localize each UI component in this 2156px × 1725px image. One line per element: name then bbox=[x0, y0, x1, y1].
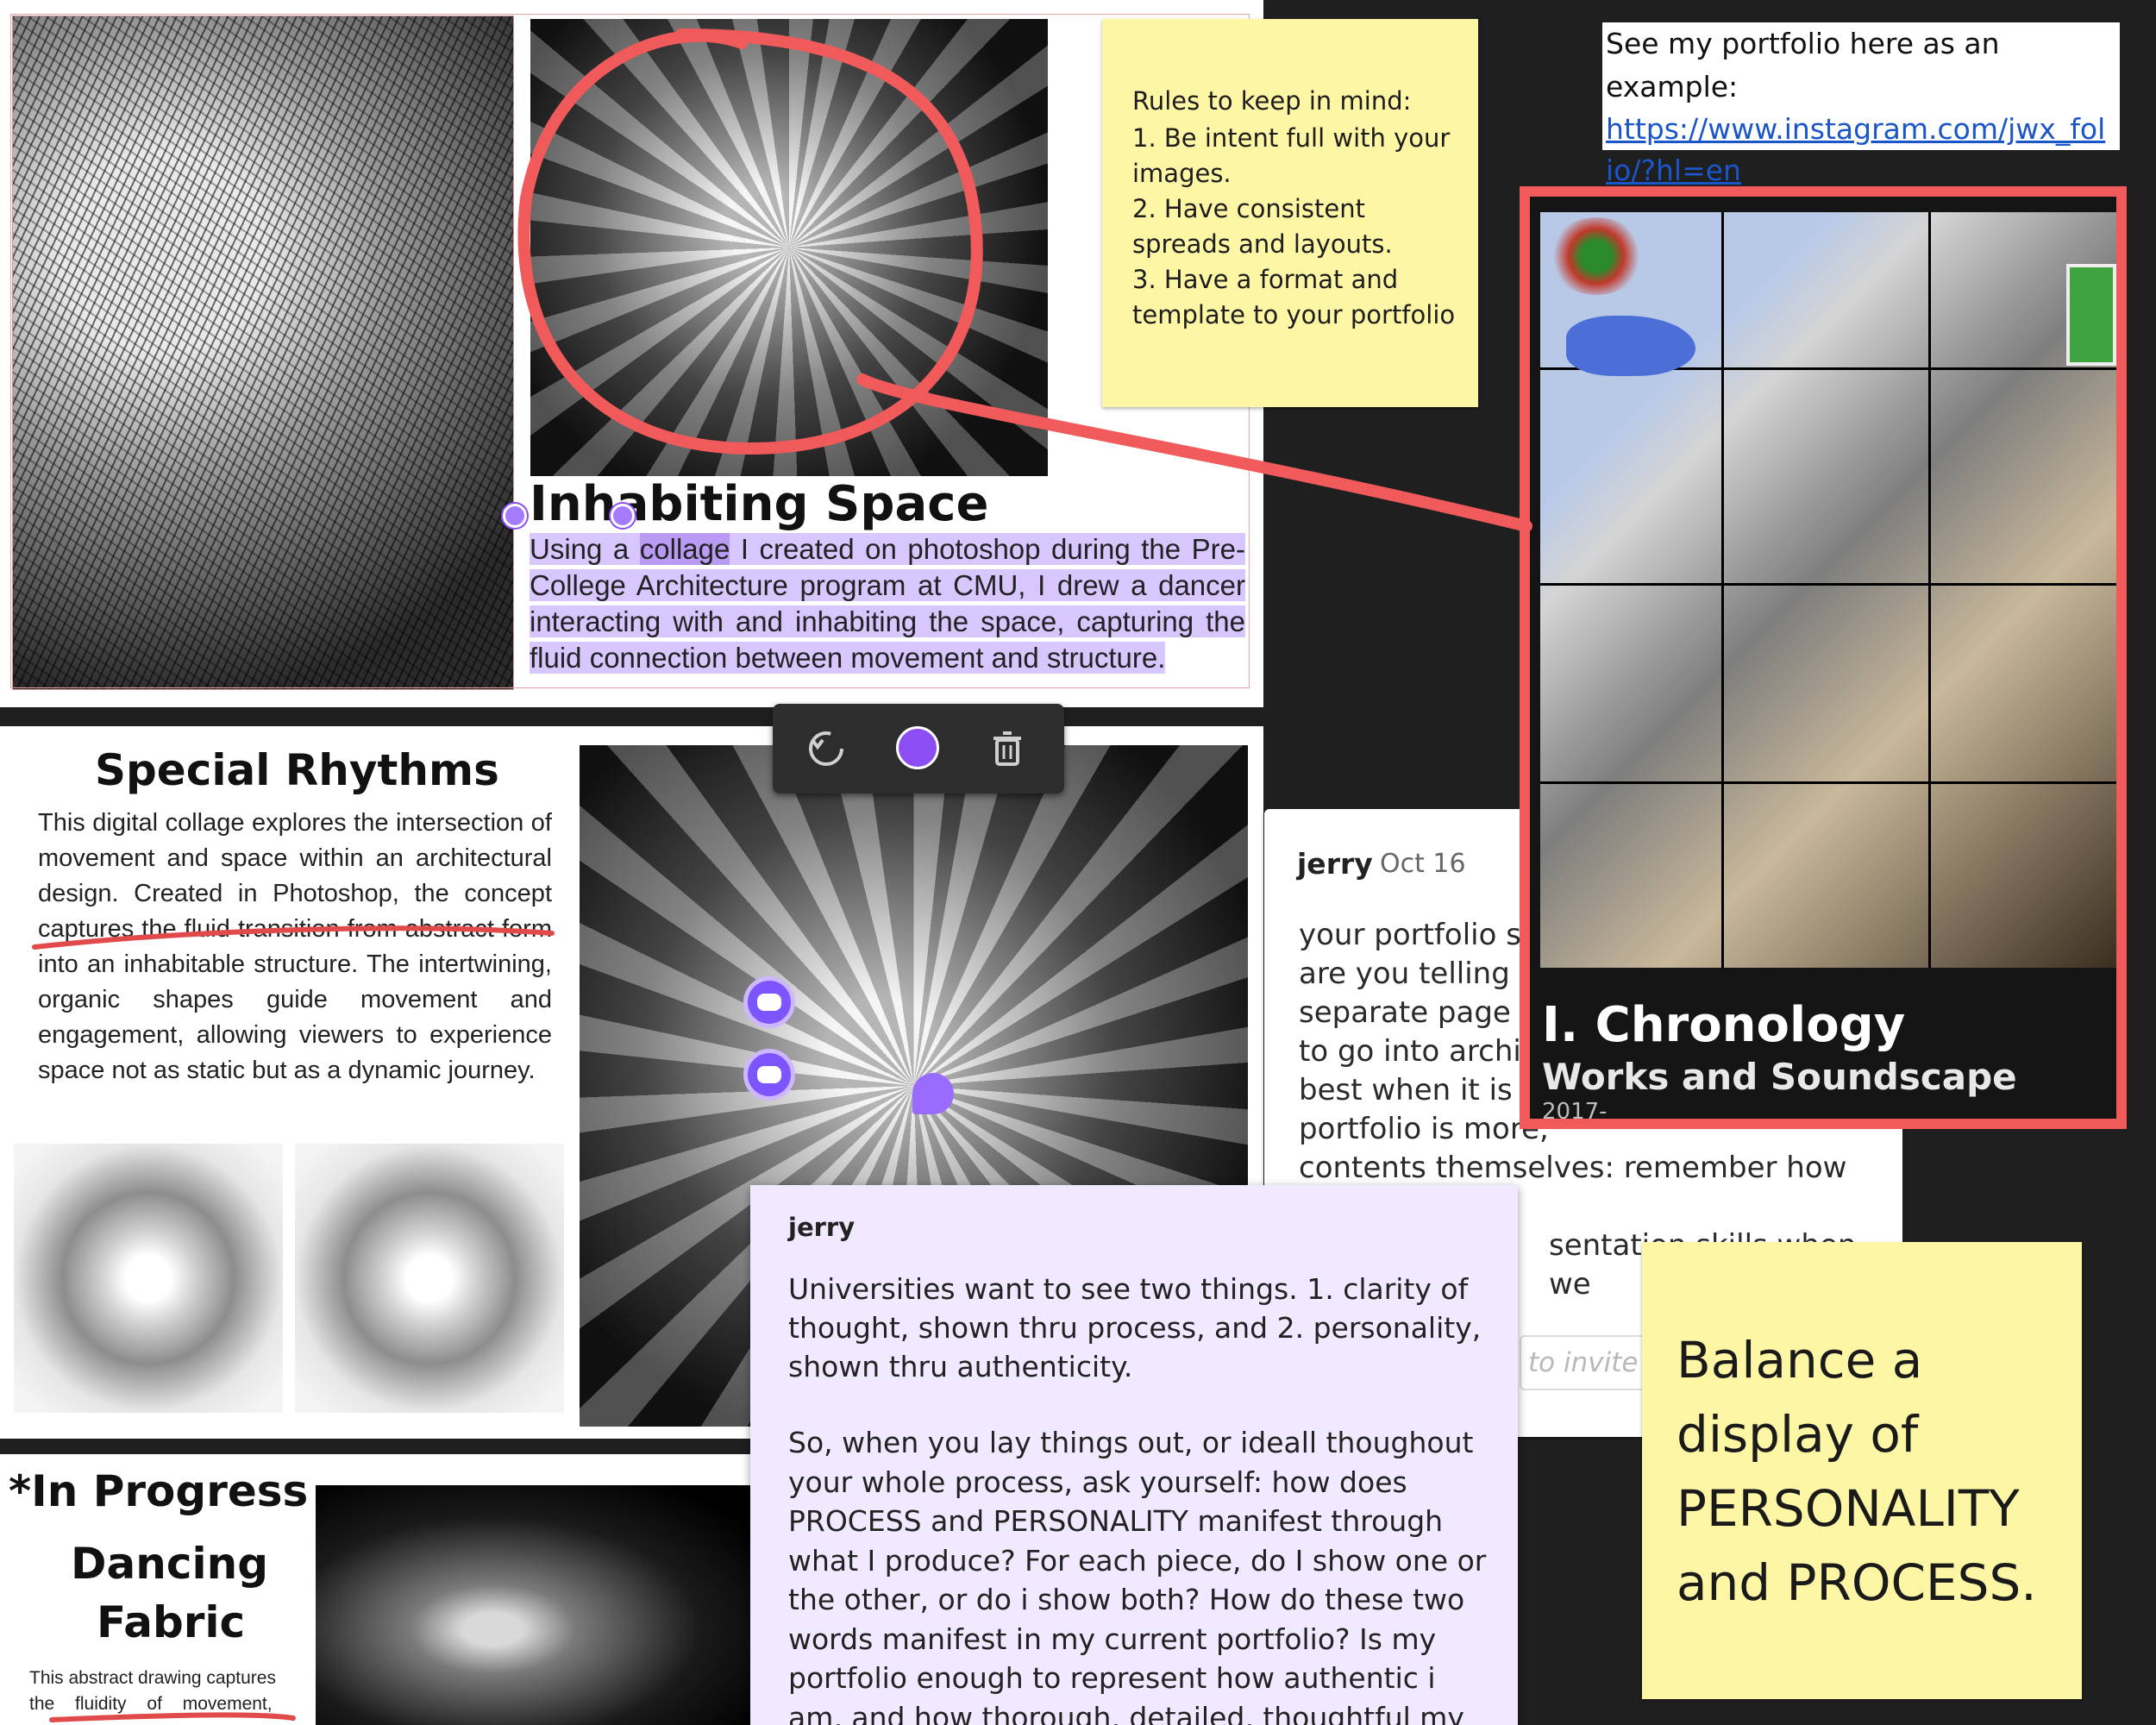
annotation-toolbar bbox=[773, 704, 1064, 794]
painting-window-green bbox=[2066, 264, 2116, 366]
trash-icon bbox=[993, 731, 1021, 766]
rules-sticky-note[interactable]: Rules to keep in mind: 1. Be intent full… bbox=[1102, 19, 1478, 407]
comment-author: jerry bbox=[1297, 847, 1373, 881]
portfolio-link-note: See my portfolio here as an example: htt… bbox=[1602, 22, 2120, 187]
rules-item-3: 3. Have a format and template to your po… bbox=[1132, 265, 1456, 329]
progress-tag: *In Progress bbox=[9, 1466, 309, 1516]
rules-header: Rules to keep in mind: bbox=[1132, 86, 1412, 116]
color-picker-button[interactable] bbox=[896, 726, 939, 769]
undo-icon bbox=[809, 731, 843, 766]
page-border bbox=[10, 14, 1250, 688]
dancing-fabric-image bbox=[316, 1485, 759, 1725]
portfolio-note-text: See my portfolio here as an example: bbox=[1606, 27, 2000, 104]
inhabiting-space-page[interactable]: Inhabiting Space Using a collage I creat… bbox=[0, 0, 1263, 707]
comment-paragraph-1: Universities want to see two things. 1. … bbox=[788, 1272, 1482, 1383]
undo-button[interactable] bbox=[805, 728, 847, 769]
progress-title-line2: Fabric bbox=[97, 1597, 246, 1647]
comment-pin-1[interactable] bbox=[743, 976, 795, 1028]
stair-spiral-image-1 bbox=[14, 1144, 283, 1413]
balance-text: Balance a display of PERSONALITY and PRO… bbox=[1677, 1331, 2037, 1612]
comment-icon bbox=[757, 1066, 781, 1083]
chronology-grid-image bbox=[1540, 212, 2116, 968]
comment-pin-2[interactable] bbox=[743, 1049, 795, 1101]
progress-desc-line1: This abstract drawing captures bbox=[29, 1668, 276, 1688]
progress-title-line1: Dancing bbox=[71, 1539, 269, 1589]
stair-spiral-image-2 bbox=[295, 1144, 564, 1413]
chronology-frame[interactable]: I. Chronology Works and Soundscape 2017- bbox=[1520, 186, 2127, 1129]
rhythms-description: This digital collage explores the inters… bbox=[38, 809, 552, 1084]
chronology-year: 2017- bbox=[1542, 1099, 1608, 1125]
comment-card-jerry-2[interactable]: jerry Universities want to see two thing… bbox=[750, 1185, 1518, 1725]
progress-desc-line2: the fluidity of movement, bbox=[29, 1694, 273, 1714]
rhythms-title: Special Rhythms bbox=[95, 745, 499, 795]
rules-item-1: 1. Be intent full with your images. bbox=[1132, 123, 1451, 188]
chronology-title: I. Chronology bbox=[1542, 997, 1906, 1053]
painting-red-tree bbox=[1549, 217, 1644, 295]
comment-pin-3[interactable] bbox=[912, 1073, 954, 1114]
comment-date: Oct 16 bbox=[1380, 849, 1466, 879]
balance-sticky-note[interactable]: Balance a display of PERSONALITY and PRO… bbox=[1642, 1242, 2082, 1699]
chronology-subtitle: Works and Soundscape bbox=[1542, 1056, 2017, 1098]
comment-icon bbox=[757, 994, 781, 1011]
rules-item-2: 2. Have consistent spreads and layouts. bbox=[1132, 194, 1393, 259]
comment-paragraph-2: So, when you lay things out, or ideall t… bbox=[788, 1426, 1487, 1725]
portfolio-link[interactable]: https://www.instagram.com/jwx_folio/?hl=… bbox=[1606, 109, 2110, 191]
in-progress-page[interactable]: *In Progress Dancing Fabric This abstrac… bbox=[0, 1454, 759, 1725]
delete-button[interactable] bbox=[987, 728, 1028, 769]
comment-author: jerry bbox=[788, 1213, 856, 1242]
painting-blue-splash bbox=[1566, 316, 1695, 376]
